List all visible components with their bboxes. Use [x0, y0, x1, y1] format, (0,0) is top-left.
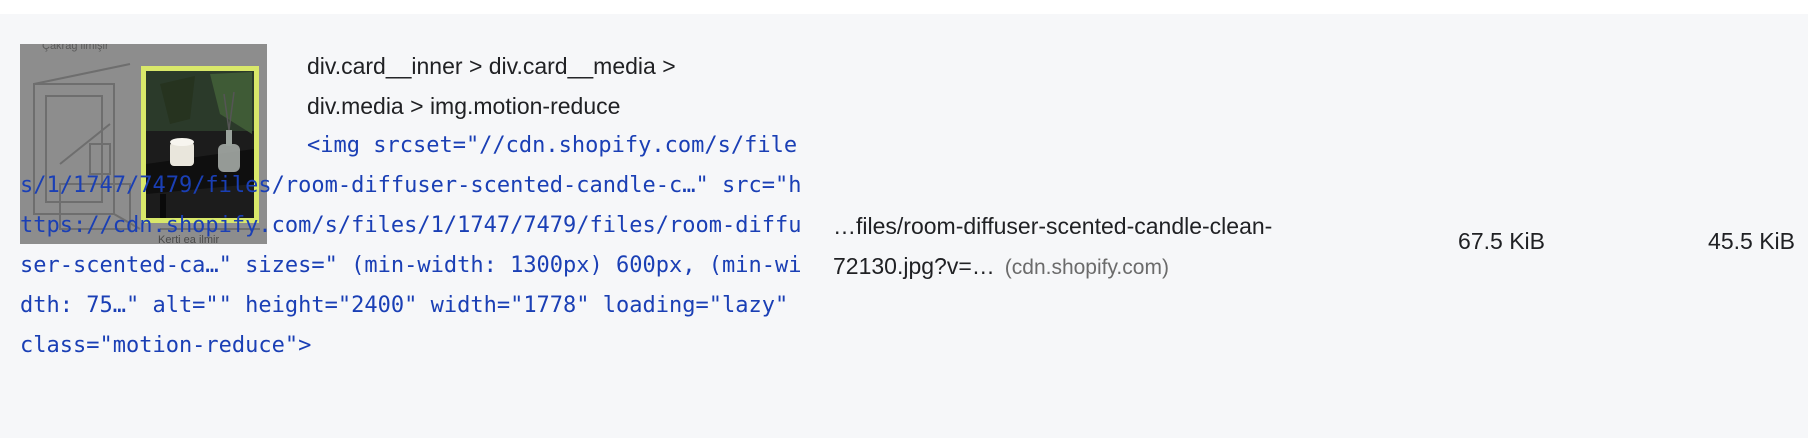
- thumbnail-caption-top: Çakrağ ilmişir: [42, 44, 109, 52]
- node-snippet: <img srcset="//cdn.shopify.com/s/files/1…: [20, 133, 802, 358]
- table-row: Çakrağ ilmişir Kerti ea ilmir div.card__…: [0, 14, 1808, 438]
- resource-url-host: (cdn.shopify.com): [1004, 256, 1169, 279]
- audit-details-panel: Çakrağ ilmişir Kerti ea ilmir div.card__…: [0, 0, 1820, 438]
- node-selector-line1: div.card__inner > div.card__media >: [307, 53, 676, 79]
- resource-size: 67.5 KiB: [1458, 228, 1545, 254]
- resource-url[interactable]: …files/room-diffuser-scented-candle-clea…: [833, 206, 1323, 288]
- potential-savings: 45.5 KiB: [1708, 228, 1795, 254]
- node-selector: div.card__inner > div.card__media > div.…: [307, 46, 777, 126]
- node-selector-line2: div.media > img.motion-reduce: [307, 93, 621, 119]
